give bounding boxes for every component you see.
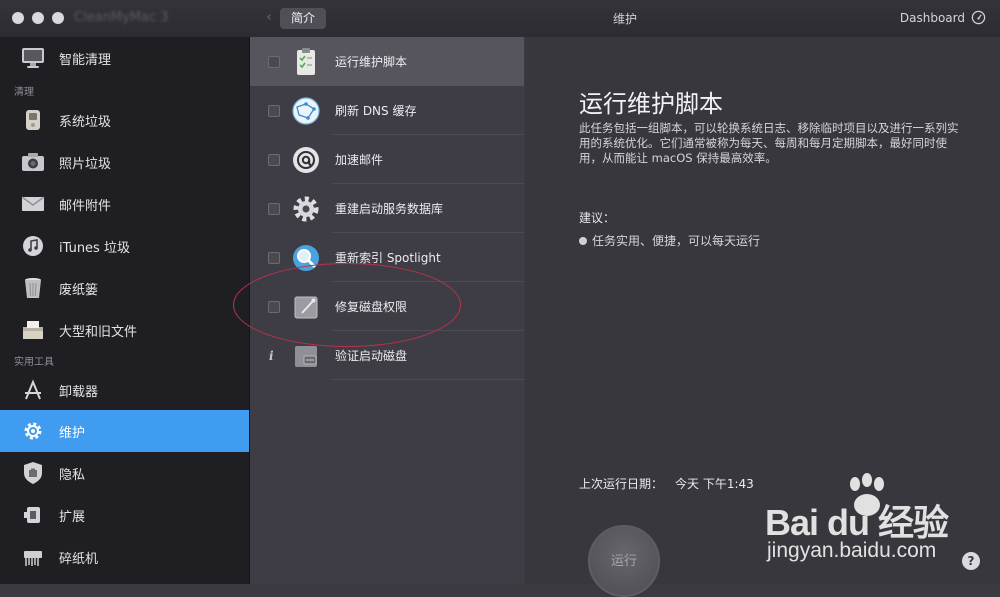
hand-shield-icon — [16, 456, 50, 490]
watermark-url: jingyan.baidu.com — [767, 539, 937, 562]
sidebar-item-label: iTunes 垃圾 — [59, 240, 130, 256]
sidebar-item-label: 废纸篓 — [59, 282, 99, 298]
sidebar-item-maintenance[interactable]: 维护 — [0, 410, 249, 452]
baidu-watermark: Bai du 经验 jingyan.baidu.com — [765, 472, 995, 572]
last-run-info: 上次运行日期： 今天 下午1:43 — [579, 475, 754, 492]
music-note-icon — [16, 229, 50, 263]
sidebar-item-photo-junk[interactable]: 照片垃圾 — [0, 141, 249, 183]
task-checkbox[interactable] — [268, 251, 280, 264]
monitor-icon — [16, 41, 50, 75]
back-button[interactable]: ‹ — [260, 8, 278, 28]
trash-mac-icon — [16, 103, 50, 137]
sidebar-item-smart-cleanup[interactable]: 智能清理 — [0, 37, 249, 79]
task-label: 运行维护脚本 — [335, 55, 408, 69]
close-window-button[interactable] — [12, 12, 24, 24]
task-label: 验证启动磁盘 — [335, 349, 408, 363]
task-checkbox[interactable] — [268, 55, 280, 68]
mail-icon — [16, 187, 50, 221]
run-button[interactable]: 运行 — [588, 525, 660, 597]
shredder-icon — [16, 540, 50, 574]
sidebar-item-label: 大型和旧文件 — [59, 324, 138, 340]
task-checkbox[interactable] — [268, 202, 280, 215]
sidebar-item-privacy[interactable]: 隐私 — [0, 452, 249, 494]
sidebar-item-label: 卸载器 — [59, 384, 99, 400]
minimize-window-button[interactable] — [32, 12, 44, 24]
sidebar-item-trash[interactable]: 废纸篓 — [0, 267, 249, 309]
clipboard-check-icon — [290, 46, 322, 78]
annotation-ellipse — [233, 263, 461, 347]
section-header-clean: 清理 — [14, 87, 34, 98]
sidebar-item-extensions[interactable]: 扩展 — [0, 494, 249, 536]
last-run-value: 今天 下午1:43 — [675, 477, 754, 491]
camera-icon — [16, 145, 50, 179]
info-icon[interactable]: i — [269, 349, 274, 363]
sidebar-item-mail-attachments[interactable]: 邮件附件 — [0, 183, 249, 225]
advice-text: 任务实用、便捷，可以每天运行 — [592, 234, 761, 248]
advice-label: 建议： — [579, 211, 616, 225]
gear-icon — [16, 414, 50, 448]
network-globe-icon — [290, 95, 322, 127]
sidebar-item-label: 扩展 — [59, 509, 86, 525]
task-label: 加速邮件 — [335, 153, 384, 167]
sidebar-item-system-junk[interactable]: 系统垃圾 — [0, 99, 249, 141]
title-bar: CleanMyMac 3 ‹ 简介 维护 Dashboard — [0, 0, 1000, 37]
sidebar: 智能清理 清理 系统垃圾 照片垃圾 邮件附件 iTunes 垃圾 废纸篓 大型和… — [0, 37, 250, 584]
app-name: CleanMyMac 3 — [74, 10, 169, 25]
sidebar-item-label: 照片垃圾 — [59, 156, 112, 172]
last-run-label: 上次运行日期： — [579, 477, 664, 491]
box-icon — [16, 313, 50, 347]
sidebar-item-label: 隐私 — [59, 467, 86, 483]
sidebar-item-itunes-junk[interactable]: iTunes 垃圾 — [0, 225, 249, 267]
gear-icon — [290, 193, 322, 225]
advice-item: 任务实用、便捷，可以每天运行 — [579, 232, 760, 249]
detail-description: 此任务包括一组脚本，可以轮换系统日志、移除临时项目以及进行一系列实用的系统优化。… — [579, 121, 959, 165]
app-store-icon — [16, 373, 50, 407]
task-flush-dns-cache[interactable]: 刷新 DNS 缓存 — [250, 86, 524, 135]
sidebar-item-label: 智能清理 — [59, 52, 112, 68]
intro-tab[interactable]: 简介 — [280, 8, 326, 29]
sidebar-item-label: 维护 — [59, 425, 86, 441]
dashboard-label: Dashboard — [899, 10, 965, 25]
sidebar-item-label: 系统垃圾 — [59, 114, 112, 130]
task-label: 刷新 DNS 缓存 — [335, 104, 417, 118]
gauge-icon — [971, 10, 986, 25]
sidebar-item-label: 碎纸机 — [59, 551, 99, 567]
sidebar-item-large-old-files[interactable]: 大型和旧文件 — [0, 309, 249, 351]
task-run-maintenance-scripts[interactable]: 运行维护脚本 — [250, 37, 524, 86]
trash-bin-icon — [16, 271, 50, 305]
task-rebuild-launch-services[interactable]: 重建启动服务数据库 — [250, 184, 524, 233]
bullet-icon — [579, 236, 587, 245]
zoom-window-button[interactable] — [52, 12, 64, 24]
task-speed-up-mail[interactable]: 加速邮件 — [250, 135, 524, 184]
task-checkbox[interactable] — [268, 153, 280, 166]
sidebar-item-shredder[interactable]: 碎纸机 — [0, 536, 249, 578]
sidebar-item-uninstaller[interactable]: 卸载器 — [0, 369, 249, 411]
section-header-utilities: 实用工具 — [14, 357, 54, 368]
task-label: 重建启动服务数据库 — [335, 202, 444, 216]
dashboard-button[interactable]: Dashboard — [900, 10, 986, 25]
plugin-icon — [16, 498, 50, 532]
window-title: 维护 — [612, 12, 637, 26]
at-sign-icon — [290, 144, 322, 176]
task-checkbox[interactable] — [268, 104, 280, 117]
detail-title: 运行维护脚本 — [579, 90, 723, 118]
sidebar-item-label: 邮件附件 — [59, 198, 112, 214]
